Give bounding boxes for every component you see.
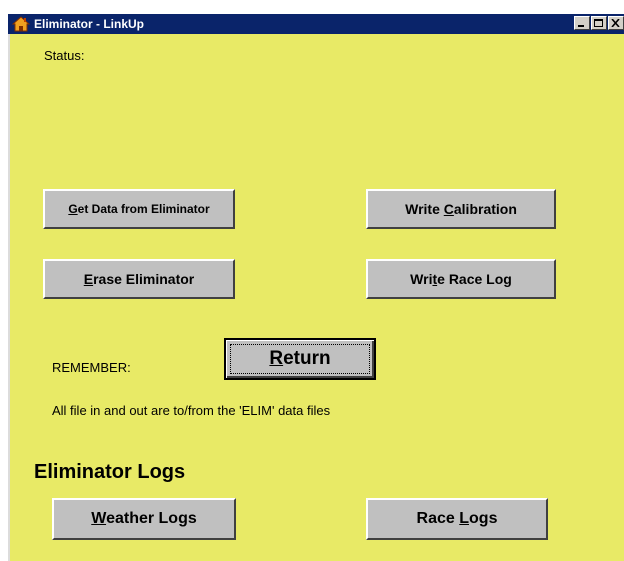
weather-logs-label-post: eather Logs — [106, 510, 197, 527]
logs-heading: Eliminator Logs — [34, 461, 186, 483]
write-race-log-button[interactable]: Write Race Log — [366, 259, 556, 299]
title-bar[interactable]: Eliminator - LinkUp — [8, 14, 624, 34]
race-logs-button[interactable]: Race Logs — [366, 498, 548, 540]
window-controls — [573, 16, 624, 32]
write-calibration-label-pre: Write — [405, 201, 444, 217]
race-logs-label-pre: Race — [416, 510, 460, 527]
write-race-log-label-pre: Wri — [410, 271, 433, 287]
get-data-button[interactable]: Get Data from Eliminator — [43, 189, 235, 229]
remember-label: REMEMBER: — [52, 360, 131, 375]
race-logs-label-key: L — [459, 510, 470, 527]
race-logs-label-post: ogs — [469, 510, 498, 527]
return-label-post: eturn — [283, 348, 331, 369]
write-race-log-label-post: e Race Log — [437, 271, 512, 287]
maximize-icon[interactable] — [591, 16, 607, 30]
get-data-label-key: G — [68, 202, 78, 216]
data-files-note: All file in and out are to/from the 'ELI… — [52, 403, 331, 418]
get-data-label-post: et Data from Eliminator — [77, 202, 210, 216]
status-label: Status: — [44, 48, 85, 63]
close-icon[interactable] — [608, 16, 624, 30]
weather-logs-label-key: W — [91, 510, 107, 527]
erase-label-post: rase Eliminator — [93, 271, 195, 287]
minimize-icon[interactable] — [574, 16, 590, 30]
window-title: Eliminator - LinkUp — [34, 17, 145, 31]
return-label-key: R — [269, 348, 284, 369]
write-calibration-button[interactable]: Write Calibration — [366, 189, 556, 229]
erase-label-key: E — [83, 271, 94, 287]
write-calibration-label-key: C — [443, 201, 454, 217]
erase-eliminator-button[interactable]: Erase Eliminator — [43, 259, 235, 299]
weather-logs-button[interactable]: Weather Logs — [52, 498, 236, 540]
house-icon — [11, 16, 31, 32]
return-button[interactable]: Return — [224, 338, 376, 380]
write-calibration-label-post: alibration — [453, 201, 517, 217]
